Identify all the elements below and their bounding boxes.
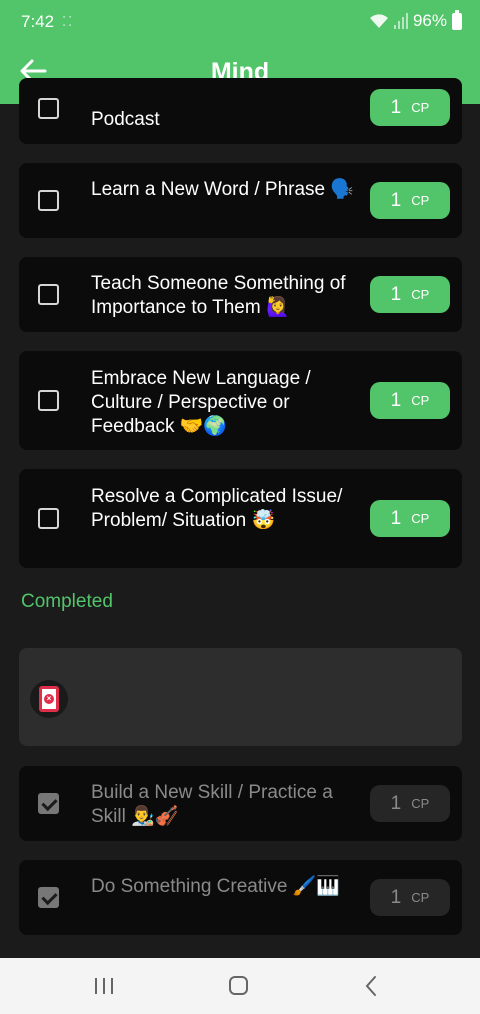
- task-label: Podcast: [91, 109, 160, 130]
- cp-value: 1: [390, 389, 402, 411]
- completed-heading: Completed: [21, 591, 113, 612]
- cp-value: 1: [390, 886, 402, 908]
- task-checkbox-checked[interactable]: [38, 793, 59, 814]
- system-nav-bar: [0, 958, 480, 1014]
- task-checkbox[interactable]: [38, 190, 59, 211]
- task-card[interactable]: Teach Someone Something of Importance to…: [19, 257, 462, 332]
- cp-unit: CP: [411, 393, 430, 408]
- cp-unit: CP: [411, 193, 430, 208]
- task-card[interactable]: Learn a New Word / Phrase 🗣️ 1 CP: [19, 163, 462, 238]
- cp-badge[interactable]: 1 CP: [370, 89, 450, 126]
- cp-badge[interactable]: 1 CP: [370, 182, 450, 219]
- task-card[interactable]: Podcast 1 CP: [19, 78, 462, 144]
- wifi-icon: [369, 14, 388, 28]
- task-label: Embrace New Language / Culture / Perspec…: [91, 368, 311, 437]
- cp-value: 1: [390, 507, 402, 529]
- notification-icons: ⁚⁚: [62, 14, 75, 29]
- task-checkbox[interactable]: [38, 98, 59, 119]
- task-label: Build a New Skill / Practice a Skill 👨‍🎨…: [91, 782, 333, 827]
- task-checkbox[interactable]: [38, 284, 59, 305]
- battery-icon: [452, 9, 462, 30]
- cp-badge[interactable]: 1 CP: [370, 276, 450, 313]
- cp-badge[interactable]: 1 CP: [370, 879, 450, 916]
- cp-badge[interactable]: 1 CP: [370, 500, 450, 537]
- task-checkbox[interactable]: [38, 508, 59, 529]
- signal-icon: [393, 13, 408, 29]
- cp-unit: CP: [411, 890, 430, 905]
- back-nav-icon[interactable]: [357, 972, 387, 1000]
- cp-value: 1: [390, 96, 402, 118]
- task-checkbox-checked[interactable]: [38, 887, 59, 908]
- task-label: Resolve a Complicated Issue/ Problem/ Si…: [91, 486, 343, 531]
- home-icon[interactable]: [223, 972, 253, 1000]
- cp-unit: CP: [411, 796, 430, 811]
- cp-value: 1: [390, 792, 402, 814]
- battery-percent: 96%: [412, 11, 447, 30]
- status-right: 96%: [369, 9, 462, 31]
- clipboard-x-icon: ×: [30, 680, 68, 718]
- task-label: Do Something Creative 🖌️🎹: [91, 876, 341, 897]
- cp-value: 1: [390, 283, 402, 305]
- completed-task-card[interactable]: Do Something Creative 🖌️🎹 1 CP: [19, 860, 462, 935]
- completed-task-card[interactable]: Build a New Skill / Practice a Skill 👨‍🎨…: [19, 766, 462, 841]
- status-time: 7:42: [21, 12, 55, 31]
- completed-summary-card: [19, 648, 462, 746]
- status-bar: 7:42 ⁚⁚ 96%: [0, 0, 480, 46]
- cp-badge[interactable]: 1 CP: [370, 382, 450, 419]
- cp-badge[interactable]: 1 CP: [370, 785, 450, 822]
- task-label: Learn a New Word / Phrase 🗣️: [91, 179, 355, 200]
- task-card[interactable]: Resolve a Complicated Issue/ Problem/ Si…: [19, 469, 462, 568]
- task-label: Teach Someone Something of Importance to…: [91, 273, 346, 318]
- task-card[interactable]: Embrace New Language / Culture / Perspec…: [19, 351, 462, 450]
- cp-unit: CP: [411, 287, 430, 302]
- cp-unit: CP: [411, 100, 430, 115]
- task-checkbox[interactable]: [38, 390, 59, 411]
- cp-value: 1: [390, 189, 402, 211]
- recent-apps-icon[interactable]: [89, 972, 119, 1000]
- cp-unit: CP: [411, 511, 430, 526]
